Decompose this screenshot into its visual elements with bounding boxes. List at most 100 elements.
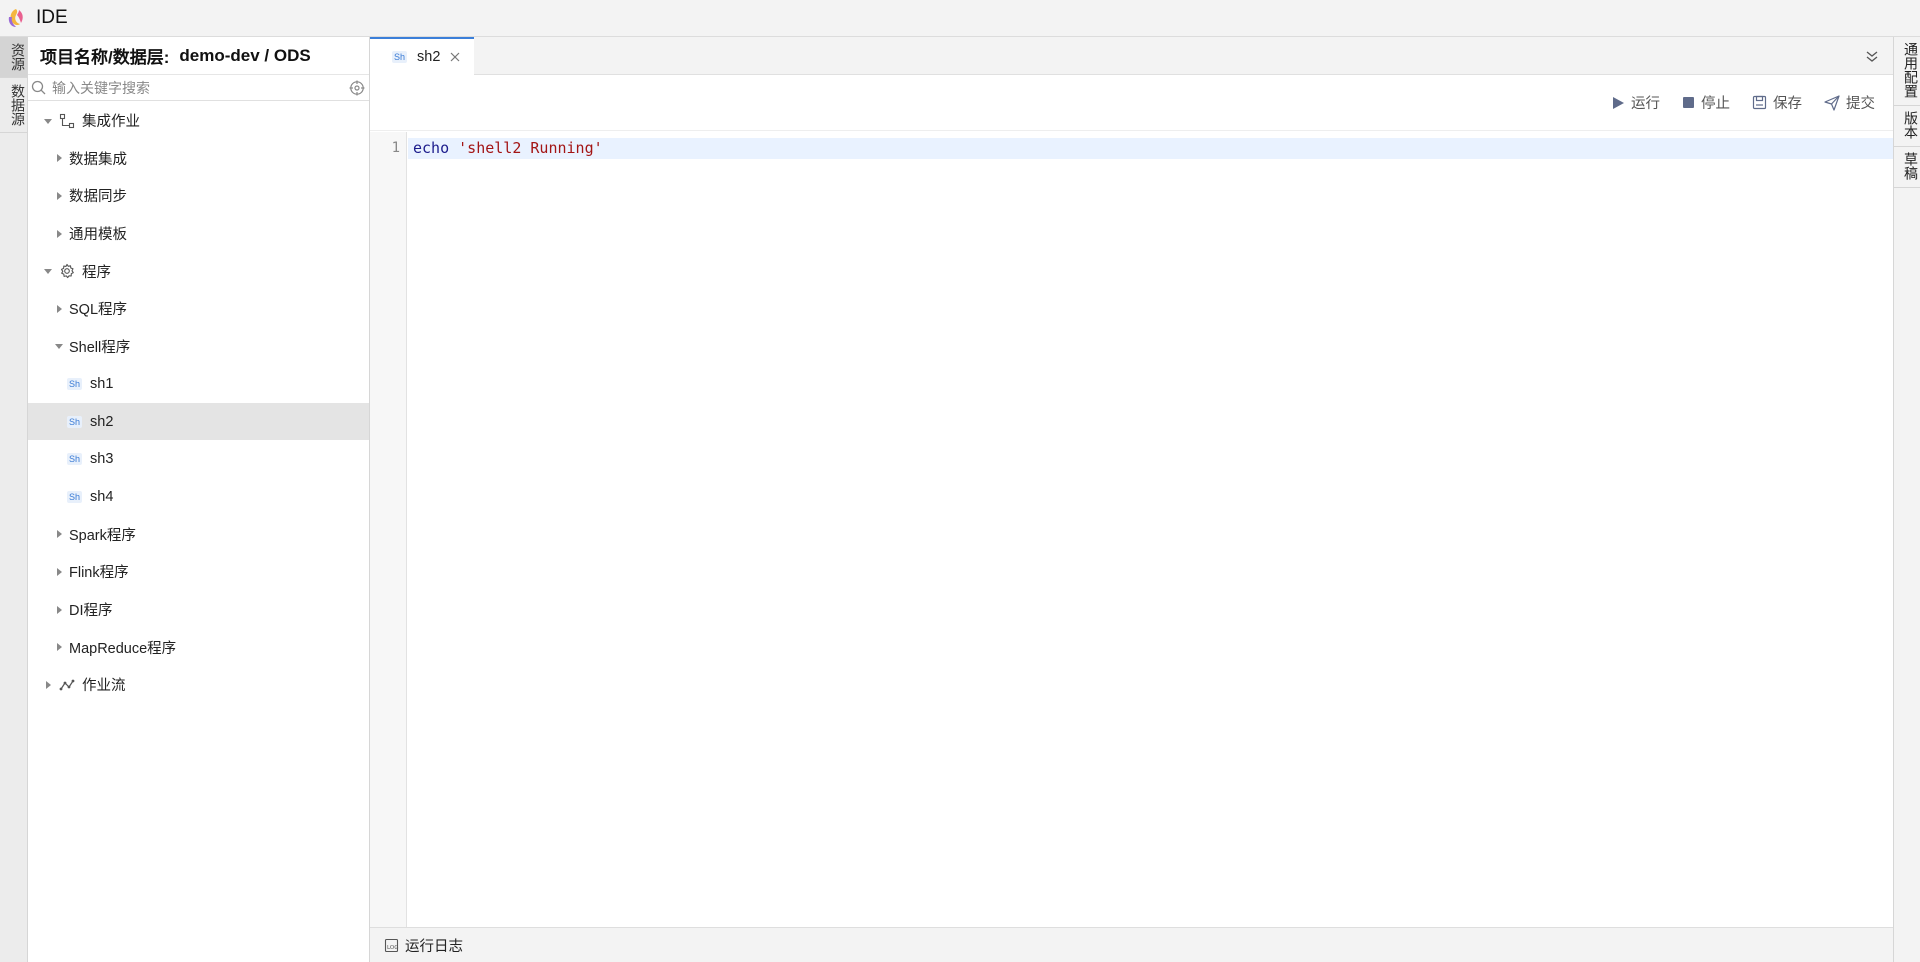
- tree-item-label: 程序: [82, 264, 111, 281]
- project-path: demo-dev / ODS: [179, 45, 311, 65]
- tab-sh2[interactable]: Sh sh2: [370, 37, 474, 75]
- shell-file-icon: Sh: [67, 453, 83, 466]
- editor-toolbar: 运行 停止 保存 提交: [370, 75, 1893, 131]
- stop-label: 停止: [1701, 96, 1730, 112]
- title-bar: IDE: [0, 0, 1920, 37]
- tree-folder-item[interactable]: SQL程序: [28, 290, 369, 328]
- tree-file-item[interactable]: Sh sh1: [28, 365, 369, 403]
- caret-right-icon[interactable]: [53, 641, 65, 653]
- editor-tab-bar: Sh sh2: [370, 37, 1893, 75]
- caret-right-icon[interactable]: [42, 679, 54, 691]
- tree-item-label: DI程序: [69, 603, 113, 620]
- caret-down-icon[interactable]: [42, 265, 54, 277]
- tree-item-label: sh1: [90, 375, 114, 392]
- tree-folder-item[interactable]: MapReduce程序: [28, 628, 369, 666]
- tab-resources[interactable]: 资源: [0, 37, 27, 78]
- right-panel-bar: 通用配置 版本 草稿: [1893, 37, 1920, 962]
- code-editor[interactable]: 1 echo 'shell2 Running': [370, 132, 1893, 927]
- run-log-bar[interactable]: LOG 运行日志: [370, 927, 1893, 962]
- send-icon: [1824, 94, 1840, 111]
- tree-file-item[interactable]: Sh sh2: [28, 402, 369, 441]
- shell-file-icon: Sh: [392, 51, 408, 63]
- locate-icon[interactable]: [349, 80, 365, 96]
- caret-down-icon[interactable]: [53, 340, 65, 352]
- stop-button[interactable]: 停止: [1682, 92, 1730, 113]
- tree-item-label: sh3: [90, 451, 114, 468]
- svg-text:LOG: LOG: [387, 945, 398, 951]
- stop-icon: [1682, 96, 1695, 109]
- tab-label: sh2: [417, 49, 441, 65]
- tab-drafts[interactable]: 草稿: [1894, 147, 1920, 188]
- explorer-header: 项目名称/数据层: demo-dev / ODS: [28, 37, 369, 75]
- save-label: 保存: [1773, 96, 1802, 112]
- resource-explorer: 项目名称/数据层: demo-dev / ODS 集成作业数据集成数据同步通用模…: [28, 37, 370, 962]
- workflow-icon: [58, 676, 76, 694]
- app-title: IDE: [36, 7, 68, 28]
- tree-item-label: 数据同步: [69, 189, 127, 206]
- tree-item-label: Flink程序: [69, 565, 129, 582]
- tree-item-label: Shell程序: [69, 339, 131, 356]
- left-activity-bar: 资源 数据源: [0, 37, 28, 962]
- tree-folder-item[interactable]: 数据同步: [28, 177, 369, 215]
- tree-folder-item[interactable]: Spark程序: [28, 516, 369, 554]
- tab-versions[interactable]: 版本: [1894, 106, 1920, 147]
- caret-right-icon[interactable]: [53, 228, 65, 240]
- tree-folder-item[interactable]: 作业流: [28, 666, 369, 704]
- tree-folder-item[interactable]: DI程序: [28, 591, 369, 629]
- tree-item-label: sh4: [90, 488, 114, 505]
- caret-right-icon[interactable]: [53, 528, 65, 540]
- chevron-double-down-icon[interactable]: [1863, 47, 1881, 65]
- run-log-label: 运行日志: [405, 938, 463, 955]
- code-line[interactable]: echo 'shell2 Running': [408, 138, 1893, 159]
- app-logo-icon: [4, 6, 28, 30]
- submit-label: 提交: [1846, 96, 1875, 112]
- caret-right-icon[interactable]: [53, 303, 65, 315]
- run-button[interactable]: 运行: [1611, 92, 1660, 113]
- caret-down-icon[interactable]: [42, 115, 54, 127]
- tree-file-item[interactable]: Sh sh3: [28, 440, 369, 478]
- caret-right-icon[interactable]: [53, 566, 65, 578]
- tree-item-label: 数据集成: [69, 151, 127, 168]
- tree-folder-item[interactable]: 通用模板: [28, 215, 369, 253]
- tree-item-label: 通用模板: [69, 227, 127, 244]
- gear-icon: [58, 262, 76, 280]
- tree-folder-item[interactable]: 程序: [28, 252, 369, 290]
- search-input[interactable]: [52, 79, 349, 96]
- save-icon: [1752, 95, 1767, 110]
- tree-item-label: SQL程序: [69, 302, 128, 319]
- resource-tree: 集成作业数据集成数据同步通用模板程序 SQL程序 Shell程序 Sh sh1 Sh sh2…: [28, 101, 369, 704]
- tree-folder-item[interactable]: 集成作业: [28, 102, 369, 140]
- shell-file-icon: Sh: [67, 377, 83, 390]
- project-label: 项目名称/数据层:: [40, 48, 170, 67]
- caret-right-icon[interactable]: [53, 604, 65, 616]
- tree-folder-item[interactable]: 数据集成: [28, 140, 369, 178]
- play-icon: [1611, 96, 1625, 110]
- search-icon: [31, 80, 46, 95]
- tree-item-label: MapReduce程序: [69, 640, 177, 657]
- caret-right-icon[interactable]: [53, 190, 65, 202]
- tree-folder-item[interactable]: Shell程序: [28, 328, 369, 366]
- search-bar: [28, 75, 369, 101]
- tree-item-label: 集成作业: [82, 114, 140, 131]
- close-icon[interactable]: [450, 52, 460, 62]
- code-string: 'shell2 Running': [458, 139, 603, 157]
- line-number-gutter: 1: [370, 132, 407, 927]
- log-icon: LOG: [384, 938, 399, 953]
- tree-item-label: 作业流: [82, 678, 126, 695]
- code-keyword: echo: [413, 139, 450, 157]
- submit-button[interactable]: 提交: [1824, 92, 1875, 113]
- tab-datasource[interactable]: 数据源: [0, 78, 27, 133]
- main-area: Sh sh2 运行 停止 保存 提交 1 echo 'shell2 Runnin…: [370, 37, 1893, 962]
- caret-right-icon[interactable]: [53, 152, 65, 164]
- shell-file-icon: Sh: [67, 490, 83, 503]
- save-button[interactable]: 保存: [1752, 92, 1802, 113]
- tree-item-label: sh2: [90, 413, 114, 430]
- run-label: 运行: [1631, 96, 1660, 112]
- shell-file-icon: Sh: [67, 415, 83, 428]
- tab-general-config[interactable]: 通用配置: [1894, 37, 1920, 106]
- tree-item-label: Spark程序: [69, 527, 136, 544]
- tree-folder-item[interactable]: Flink程序: [28, 553, 369, 591]
- line-number: 1: [391, 140, 400, 156]
- tree-file-item[interactable]: Sh sh4: [28, 478, 369, 516]
- integration-icon: [58, 112, 76, 130]
